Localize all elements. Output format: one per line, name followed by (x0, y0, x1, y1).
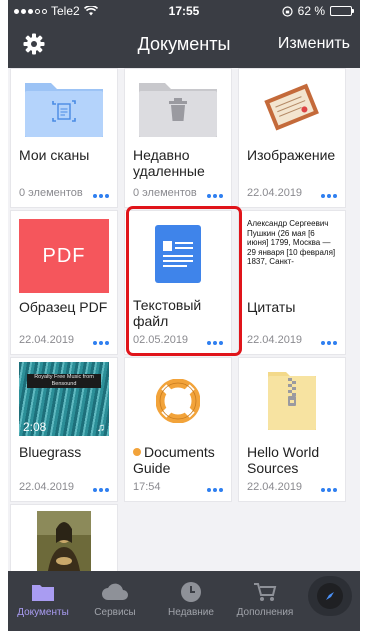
documents-grid-area: Мои сканы 0 элементов Недавно удаленные … (8, 68, 360, 571)
battery-icon (330, 6, 354, 16)
status-bar: Tele2 17:55 62 % (8, 0, 360, 20)
document-meta: 22.04.2019 (19, 334, 75, 346)
music-note-icon: ♫ (96, 422, 105, 434)
tab-bar: Документы Сервисы Недавние Дополнения (8, 571, 360, 631)
status-right: 62 % (282, 4, 354, 18)
pdf-label: PDF (19, 219, 109, 293)
video-thumbnail: Royalty Free Music from Bensound 2:08 ♫ (11, 362, 117, 436)
cart-icon (253, 579, 277, 605)
folder-icon (32, 579, 54, 605)
document-card-image[interactable]: Изображение 22.04.2019 (238, 68, 346, 208)
video-duration: 2:08 (23, 420, 47, 434)
lifebuoy-icon (125, 368, 231, 434)
text-preview: Александр Сергеевич Пушкин (26 мая [6 ию… (239, 217, 345, 293)
pdf-icon: PDF (11, 219, 117, 293)
status-dot (133, 448, 141, 456)
tab-label: Дополнения (236, 607, 294, 618)
document-name: Изображение (247, 147, 336, 163)
more-icon[interactable] (321, 341, 337, 345)
document-name: Мои сканы (19, 147, 90, 163)
document-meta: 22.04.2019 (247, 481, 303, 493)
document-meta: 22.04.2019 (247, 334, 303, 346)
more-icon[interactable] (207, 194, 223, 198)
trash-folder-icon (125, 75, 231, 141)
battery-percent: 62 % (297, 4, 325, 18)
tab-recent[interactable]: Недавние (156, 571, 226, 631)
document-card-bluegrass[interactable]: Royalty Free Music from Bensound 2:08 ♫ … (10, 357, 118, 502)
document-card-scans[interactable]: Мои сканы 0 элементов (10, 68, 118, 208)
more-icon[interactable] (93, 341, 109, 345)
document-meta: 02.05.2019 (133, 334, 189, 346)
more-icon[interactable] (207, 488, 223, 492)
document-meta: 22.04.2019 (247, 187, 303, 199)
text-document-icon (125, 221, 231, 287)
zip-archive-icon (239, 366, 345, 432)
video-overlay-text: Royalty Free Music from Bensound (27, 374, 101, 388)
document-card-deleted[interactable]: Недавно удаленные 0 элементов (124, 68, 232, 208)
more-icon[interactable] (321, 488, 337, 492)
navigation-bar: Документы Изменить (8, 20, 360, 68)
video-frame: Royalty Free Music from Bensound 2:08 ♫ (19, 362, 109, 436)
document-card-pdf[interactable]: PDF Образец PDF 22.04.2019 (10, 210, 118, 355)
browser-button[interactable] (308, 576, 352, 616)
preview-text: Александр Сергеевич Пушкин (26 мая [6 ию… (247, 219, 336, 266)
document-card-text-file[interactable]: Текстовый файл 02.05.2019 (124, 210, 232, 355)
tab-label: Недавние (168, 607, 214, 618)
orientation-lock-icon (282, 5, 293, 17)
more-icon[interactable] (207, 341, 223, 345)
documents-grid: Мои сканы 0 элементов Недавно удаленные … (10, 68, 358, 571)
scan-folder-icon (11, 75, 117, 141)
document-card-hello-world[interactable]: Hello World Sources 22.04.2019 (238, 357, 346, 502)
tab-label: Сервисы (94, 607, 136, 618)
document-meta: 0 элементов (19, 187, 83, 199)
tab-documents[interactable]: Документы (8, 571, 78, 631)
tab-addons[interactable]: Дополнения (230, 571, 300, 631)
document-name: Цитаты (247, 299, 296, 315)
document-meta: 0 элементов (133, 187, 197, 199)
clock-icon (180, 579, 202, 605)
document-name: Текстовый файл (133, 297, 202, 329)
more-icon[interactable] (93, 194, 109, 198)
document-name: Образец PDF (19, 299, 108, 315)
mona-lisa-thumbnail (11, 511, 117, 571)
document-meta: 22.04.2019 (19, 481, 75, 493)
cloud-icon (101, 579, 129, 605)
document-card-quotes[interactable]: Александр Сергеевич Пушкин (26 мая [6 ию… (238, 210, 346, 355)
phone-screen: Tele2 17:55 62 % Документы Изменить Мои … (8, 0, 360, 631)
document-meta: 17:54 (133, 481, 161, 493)
document-name: Hello World Sources (247, 444, 320, 476)
document-name: Недавно удаленные (133, 147, 205, 179)
document-name: Bluegrass (19, 444, 82, 460)
document-name-row: Documents Guide (133, 444, 225, 476)
more-icon[interactable] (321, 194, 337, 198)
compass-icon (317, 583, 343, 609)
tab-label: Документы (17, 607, 69, 618)
more-icon[interactable] (93, 488, 109, 492)
edit-button[interactable]: Изменить (278, 35, 350, 53)
image-thumbnail (239, 75, 345, 141)
document-name: Documents Guide (133, 444, 215, 476)
tab-services[interactable]: Сервисы (80, 571, 150, 631)
document-card-guide[interactable]: Documents Guide 17:54 (124, 357, 232, 502)
document-card-mona-lisa[interactable] (10, 504, 118, 571)
